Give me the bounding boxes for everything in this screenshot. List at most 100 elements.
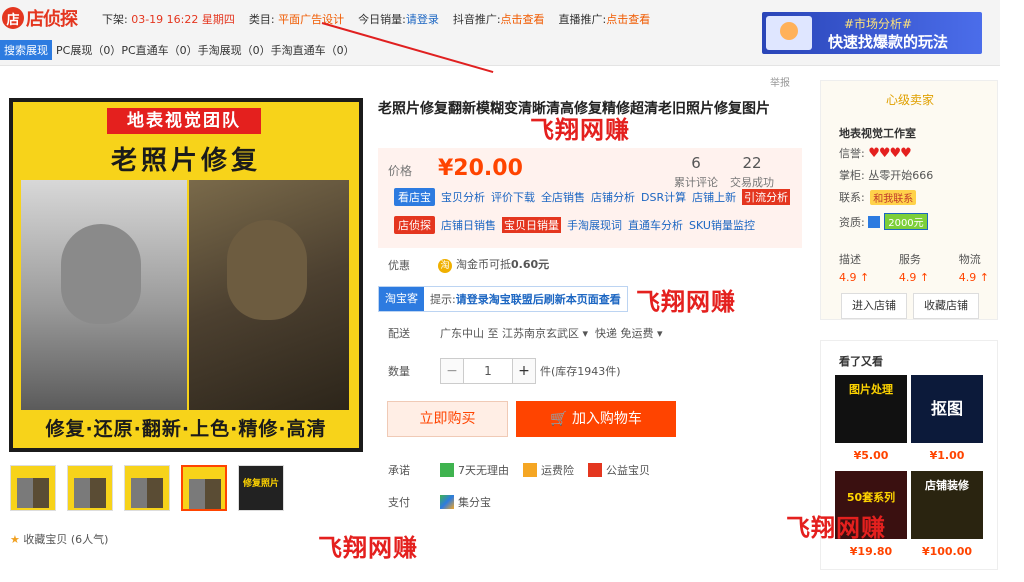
- douyin-view-link[interactable]: 点击查看: [501, 13, 545, 26]
- market-analysis-banner[interactable]: #市场分析# 快速找爆款的玩法: [762, 12, 982, 54]
- tip-text: 提示:: [430, 293, 456, 306]
- tool-link-highlight[interactable]: 宝贝日销量: [502, 217, 561, 233]
- quantity-plus-button[interactable]: +: [512, 358, 536, 384]
- report-link[interactable]: 举报: [770, 74, 790, 89]
- also-viewed-item[interactable]: 抠图: [911, 375, 983, 443]
- watermark-text: 飞翔网赚: [318, 534, 418, 562]
- thumbnail[interactable]: [124, 465, 170, 511]
- quantity-input[interactable]: 1: [464, 358, 512, 384]
- add-to-cart-button[interactable]: 🛒 加入购物车: [516, 401, 676, 437]
- quantity-minus-button[interactable]: −: [440, 358, 464, 384]
- shop-name[interactable]: 地表视觉工作室: [839, 125, 916, 141]
- collect-shop-button[interactable]: 收藏店铺: [913, 293, 979, 319]
- payment-label: 支付: [388, 496, 410, 509]
- restored-photo: [21, 180, 187, 410]
- listed-info: 下架: 03-19 16:22 星期四: [102, 13, 235, 26]
- owner-name[interactable]: 丛零开始666: [868, 167, 933, 183]
- sold-count: 22 交易成功: [730, 154, 774, 189]
- thumbnail-strip: 修复照片: [10, 465, 284, 511]
- favorite-item-link[interactable]: ★ 收藏宝贝 (6人气): [10, 531, 108, 547]
- dianzhentan-tools: 店侦探 店铺日销售 宝贝日销量 手淘展现词 直通车分析 SKU销量监控: [394, 216, 755, 234]
- product-main-image[interactable]: 地表视觉团队 老照片修复 修复·还原·翻新·上色·精修·高清: [9, 98, 363, 452]
- tool-link[interactable]: DSR计算: [641, 189, 686, 205]
- also-viewed-price: ¥19.80: [849, 545, 893, 558]
- today-sales-info: 今日销量:请登录: [358, 13, 439, 26]
- banner-line1: #市场分析#: [844, 17, 913, 31]
- review-count[interactable]: 6 累计评论: [674, 154, 718, 190]
- thumbnail-text: 修复照片: [242, 479, 279, 489]
- banner-line2: 快速找爆款的玩法: [828, 33, 949, 51]
- tool-link[interactable]: 评价下载: [491, 189, 535, 205]
- category-link[interactable]: 平面广告设计: [278, 13, 344, 26]
- thumbnail[interactable]: [67, 465, 113, 511]
- watermark-text: 飞翔网赚: [530, 116, 630, 144]
- original-photo: [189, 180, 349, 410]
- chevron-down-icon: ▾: [582, 327, 589, 340]
- thumbnail[interactable]: [10, 465, 56, 511]
- pc-exposure[interactable]: PC展现（0）: [56, 42, 121, 58]
- mobile-exposure[interactable]: 手淘展现（0）: [198, 42, 271, 58]
- mobile-ztc[interactable]: 手淘直通车（0）: [271, 42, 355, 58]
- also-viewed-price: ¥1.00: [929, 449, 965, 462]
- logo-icon: 店: [2, 7, 24, 29]
- quantity-stepper: − 1 +: [440, 358, 536, 384]
- thumbnail[interactable]: 修复照片: [238, 465, 284, 511]
- kandianbao-badge[interactable]: 看店宝: [394, 188, 435, 206]
- tool-link[interactable]: 手淘展现词: [567, 217, 622, 233]
- search-exposure-row: 搜索展现 PC展现（0） PC直通车（0） 手淘展现（0） 手淘直通车（0）: [0, 40, 355, 60]
- tool-link[interactable]: 直通车分析: [628, 217, 683, 233]
- shipping-label: 配送: [388, 327, 410, 340]
- taobaoke-tip: 淘宝客 提示: 请登录淘宝联盟后刷新本页面查看: [378, 286, 628, 312]
- product-meta-row: 下架: 03-19 16:22 星期四 类目: 平面广告设计 今日销量:请登录 …: [102, 11, 650, 27]
- tool-link[interactable]: SKU销量监控: [689, 217, 755, 233]
- enter-shop-button[interactable]: 进入店铺: [841, 293, 907, 319]
- tool-link-highlight[interactable]: 引流分析: [742, 189, 791, 205]
- contact-row: 联系: 和我联系: [839, 189, 917, 205]
- promise-item[interactable]: 运费险: [541, 462, 574, 478]
- deposit-badge[interactable]: 2000元: [884, 213, 928, 230]
- shipping-fee-select[interactable]: 快递 免运费 ▾: [595, 325, 663, 341]
- shop-scores: 描述 4.9 ↑ 服务 4.9 ↑ 物流 4.9 ↑: [839, 251, 989, 284]
- contact-seller-button[interactable]: 和我联系: [870, 189, 917, 205]
- promise-item[interactable]: 公益宝贝: [606, 462, 650, 478]
- login-link[interactable]: 请登录: [406, 13, 439, 26]
- search-exposure-tag: 搜索展现: [0, 40, 52, 60]
- thumbnail-photo: [74, 478, 106, 508]
- main-image-background: 地表视觉团队 老照片修复 修复·还原·翻新·上色·精修·高清: [13, 102, 359, 448]
- face-shape: [61, 224, 141, 324]
- shipping-destination-select[interactable]: 江苏南京玄武区 ▾: [502, 325, 588, 341]
- seller-level: 心级卖家: [885, 93, 934, 107]
- main-image-team-label: 地表视觉团队: [107, 108, 261, 134]
- payment-row: 支付 集分宝: [388, 494, 491, 510]
- score-description: 描述 4.9 ↑: [839, 253, 870, 284]
- id-card-icon: [868, 215, 881, 228]
- tool-link[interactable]: 店铺日销售: [441, 217, 496, 233]
- quantity-row: 数量 − 1 + 件(库存1943件): [388, 358, 621, 384]
- payment-method: 集分宝: [458, 496, 491, 509]
- quantity-label: 数量: [388, 365, 410, 378]
- thumbnail-photo: [131, 478, 163, 508]
- live-promo-info: 直播推广:点击查看: [558, 13, 651, 26]
- tool-link[interactable]: 店铺分析: [591, 189, 635, 205]
- price-box: 价格 ¥20.00 6 累计评论 22 交易成功 看店宝 宝贝分析 评价下载 全店销…: [378, 148, 802, 248]
- tool-link[interactable]: 店铺上新: [692, 189, 736, 205]
- douyin-promo-info: 抖音推广:点击查看: [452, 13, 545, 26]
- dianzhentan-badge[interactable]: 店侦探: [394, 216, 435, 234]
- also-viewed-item[interactable]: 图片处理: [835, 375, 907, 443]
- tool-link[interactable]: 宝贝分析: [441, 189, 485, 205]
- tip-login-link[interactable]: 请登录淘宝联盟后刷新本页面查看: [456, 291, 621, 307]
- promise-item[interactable]: 7天无理由: [458, 462, 509, 478]
- also-viewed-item[interactable]: 店铺装修: [911, 471, 983, 539]
- tool-link[interactable]: 全店销售: [541, 189, 585, 205]
- also-viewed-price: ¥5.00: [853, 449, 889, 462]
- buy-now-button[interactable]: 立即购买: [387, 401, 508, 437]
- seven-day-icon: [440, 463, 454, 477]
- taobao-coin-icon: 淘: [438, 259, 452, 273]
- face-shape: [227, 220, 307, 320]
- live-view-link[interactable]: 点击查看: [606, 13, 650, 26]
- pc-ztc[interactable]: PC直通车（0）: [121, 42, 197, 58]
- dianzhentan-logo[interactable]: 店 店侦探: [2, 6, 78, 30]
- shop-info-panel: 心级卖家 地表视觉工作室 信誉: ♥♥♥♥ 掌柜: 丛零开始666 联系: 和我…: [820, 80, 998, 320]
- thumbnail-selected[interactable]: [181, 465, 227, 511]
- heart-icon: ♥♥♥♥: [868, 145, 912, 161]
